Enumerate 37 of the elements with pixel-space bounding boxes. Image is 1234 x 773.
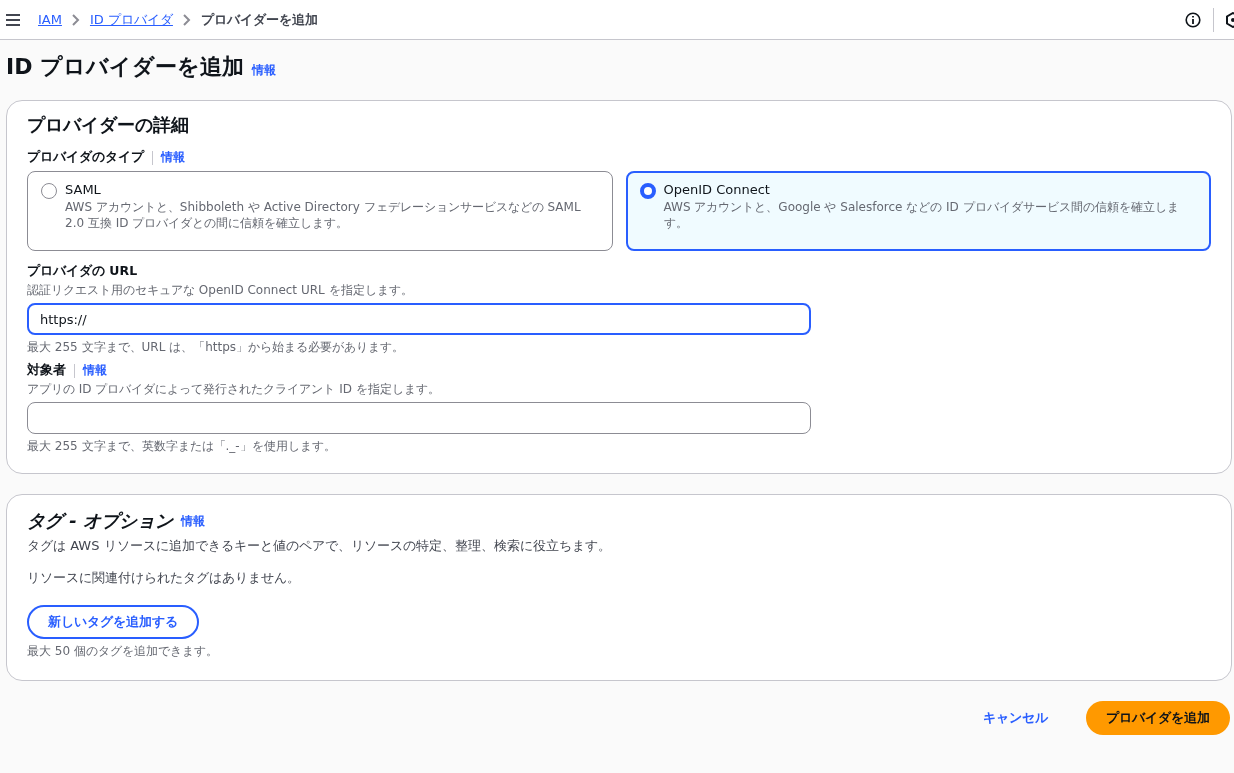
option-description: AWS アカウントと、Shibboleth や Active Directory フェデレーションサービスなどの SAML 2.0 互換 ID プロバイダとの間に信頼を確立します。 bbox=[65, 199, 582, 232]
field-description: 認証リクエスト用のセキュアな OpenID Connect URL を指定します。 bbox=[27, 282, 414, 300]
info-icon[interactable] bbox=[1185, 11, 1201, 28]
field-label: プロバイダの URL bbox=[27, 263, 138, 281]
page-title: ID プロバイダーを追加 bbox=[6, 53, 245, 81]
option-description: AWS アカウントと、Google や Salesforce などの ID プロバイダサービス間の信頼を確立します。 bbox=[663, 199, 1180, 232]
chevron-icon bbox=[71, 13, 80, 26]
submit-button[interactable]: プロバイダを追加 bbox=[1086, 701, 1230, 736]
add-tag-button[interactable]: 新しいタグを追加する bbox=[27, 605, 199, 640]
info-link[interactable]: 情報 bbox=[83, 362, 107, 380]
breadcrumb-current: プロバイダーを追加 bbox=[200, 10, 318, 29]
breadcrumb-link[interactable]: ID プロバイダ bbox=[89, 10, 173, 29]
section-description: タグは AWS リソースに追加できるキーと値のペアで、リソースの特定、整理、検索に役立ちます。 bbox=[27, 537, 612, 556]
field-description: アプリの ID プロバイダによって発行されたクライアント ID を指定します。 bbox=[27, 381, 441, 399]
field-constraint: 最大 255 文字まで、URL は、「https」から始まる必要があります。 bbox=[27, 339, 406, 357]
radio-tile[interactable]: SAML AWS アカウントと、Shibboleth や Active Directory フェデレーションサービスなどの SAML 2.0 互換 ID プロバイダとの間に信頼を確立します。 bbox=[27, 171, 613, 252]
menu-icon[interactable] bbox=[6, 13, 20, 26]
field-label: 対象者 bbox=[27, 362, 66, 380]
info-link[interactable]: 情報 bbox=[161, 149, 185, 166]
text-input[interactable]: https:// bbox=[27, 303, 811, 336]
radio-button[interactable] bbox=[639, 183, 656, 199]
radio-tile[interactable]: OpenID Connect AWS アカウントと、Google や Salesforce などの ID プロバイダサービス間の信頼を確立します。 bbox=[625, 171, 1211, 252]
field-constraint: 最大 255 文字まで、英数字または「._-」を使用します。 bbox=[27, 438, 337, 456]
field-label: プロバイダのタイプ bbox=[27, 149, 144, 166]
radio-button[interactable] bbox=[41, 183, 57, 199]
tag-limit: 最大 50 個のタグを追加できます。 bbox=[27, 643, 219, 661]
option-title: SAML bbox=[65, 182, 102, 197]
chevron-icon bbox=[182, 13, 191, 26]
cancel-button[interactable]: キャンセル bbox=[977, 708, 1054, 729]
section-title: タグ - オプション bbox=[27, 509, 173, 534]
section-title: プロバイダーの詳細 bbox=[27, 113, 190, 137]
info-link[interactable]: 情報 bbox=[181, 512, 205, 530]
text-input[interactable] bbox=[27, 402, 811, 435]
info-link[interactable]: 情報 bbox=[252, 62, 277, 79]
empty-message: リソースに関連付けられたタグはありません。 bbox=[27, 569, 301, 588]
breadcrumb-link[interactable]: IAM bbox=[38, 12, 62, 27]
option-title: OpenID Connect bbox=[663, 182, 771, 197]
